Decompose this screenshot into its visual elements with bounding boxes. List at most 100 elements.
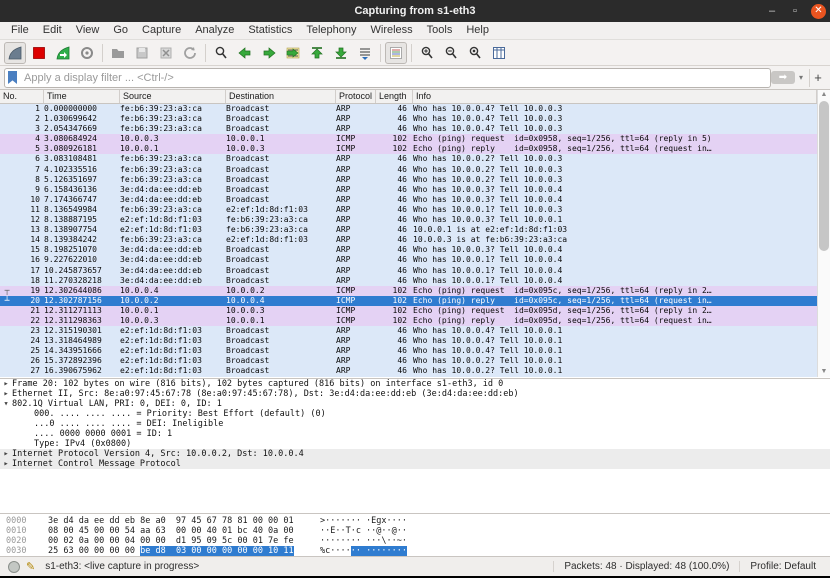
menu-item-wireless[interactable]: Wireless	[364, 22, 420, 39]
open-file-icon[interactable]	[107, 42, 129, 64]
collapsed-arrow-icon[interactable]: ▸	[0, 389, 12, 399]
filter-field[interactable]	[4, 67, 771, 88]
expanded-arrow-icon[interactable]: ▾	[0, 399, 12, 409]
packet-row[interactable]: 24 13.318464989 e2:ef:1d:8d:f1:03 Broadcast…	[0, 336, 817, 347]
maximize-button[interactable]: ▫	[788, 5, 802, 17]
packet-row[interactable]: 4 3.080684924 10.0.0.3 10.0.0.1 ICMP 102 Echo …	[0, 134, 817, 145]
go-to-packet-icon[interactable]	[282, 42, 304, 64]
auto-scroll-icon[interactable]	[354, 42, 376, 64]
profile-button[interactable]: Profile: Default	[739, 561, 830, 572]
detail-row[interactable]: 000. .... .... .... = Priority: Best Eff…	[0, 409, 830, 419]
column-header-source[interactable]: Source	[120, 90, 226, 103]
packet-row[interactable]: 25 14.343951666 e2:ef:1d:8d:f1:03 Broadcast…	[0, 346, 817, 357]
zoom-in-icon[interactable]	[416, 42, 438, 64]
packet-row[interactable]: 13 8.138907754 e2:ef:1d:8d:f1:03 fe:b6:39:2…	[0, 225, 817, 236]
menu-item-file[interactable]: File	[4, 22, 36, 39]
minimize-button[interactable]: –	[765, 5, 779, 17]
menu-item-tools[interactable]: Tools	[420, 22, 460, 39]
packet-row[interactable]: 12 8.138887195 e2:ef:1d:8d:f1:03 fe:b6:39:2…	[0, 215, 817, 226]
packet-row[interactable]: 17 10.245873657 3e:d4:da:ee:dd:eb Broadcast…	[0, 265, 817, 276]
capture-comment-icon[interactable]: ✎	[26, 560, 35, 573]
column-header-protocol[interactable]: Protocol	[336, 90, 376, 103]
find-packet-icon[interactable]	[210, 42, 232, 64]
hex-row[interactable]: 0020 00 02 0a 00 00 04 00 00 d1 95 09 5c …	[0, 536, 830, 546]
filter-dropdown-caret-icon[interactable]: ▾	[799, 73, 803, 82]
menu-item-telephony[interactable]: Telephony	[299, 22, 363, 39]
menu-item-help[interactable]: Help	[459, 22, 496, 39]
packet-row[interactable]: 7 4.102335516 fe:b6:39:23:a3:ca Broadcast AR…	[0, 164, 817, 175]
detail-row[interactable]: ▸ Internet Control Message Protocol	[0, 459, 830, 469]
collapsed-arrow-icon[interactable]: ▸	[0, 449, 12, 459]
colorize-icon[interactable]	[385, 41, 407, 64]
column-header-time[interactable]: Time	[44, 90, 120, 103]
close-file-icon[interactable]	[155, 42, 177, 64]
filter-bookmark-icon[interactable]	[8, 71, 17, 84]
menu-item-view[interactable]: View	[69, 22, 107, 39]
column-header-length[interactable]: Length	[376, 90, 413, 103]
packet-row[interactable]: 16 9.227622010 3e:d4:da:ee:dd:eb Broadcast A…	[0, 255, 817, 266]
save-file-icon[interactable]	[131, 42, 153, 64]
zoom-reset-icon[interactable]	[464, 42, 486, 64]
packet-row[interactable]: 26 15.372892396 e2:ef:1d:8d:f1:03 Broadcast…	[0, 356, 817, 367]
scrollbar-thumb[interactable]	[819, 101, 829, 251]
packet-row[interactable]: 2 1.030699642 fe:b6:39:23:a3:ca Broadcast AR…	[0, 114, 817, 125]
reload-icon[interactable]	[179, 42, 201, 64]
column-header-info[interactable]: Info	[413, 90, 817, 103]
restart-capture-icon[interactable]	[52, 42, 74, 64]
titlebar[interactable]: Capturing from s1-eth3 – ▫ ✕	[0, 0, 830, 22]
resize-columns-icon[interactable]	[488, 42, 510, 64]
menu-item-capture[interactable]: Capture	[135, 22, 188, 39]
menu-item-analyze[interactable]: Analyze	[188, 22, 241, 39]
start-capture-icon[interactable]	[4, 41, 26, 64]
add-filter-button[interactable]: +	[809, 68, 826, 87]
menu-item-edit[interactable]: Edit	[36, 22, 69, 39]
expert-info-icon[interactable]	[8, 560, 20, 573]
detail-row[interactable]: ▸ Ethernet II, Src: 8e:a0:97:45:67:78 (8e…	[0, 389, 830, 399]
packet-row[interactable]: 21 12.311271113 10.0.0.1 10.0.0.3 ICMP 102 Ech…	[0, 305, 817, 316]
stop-capture-icon[interactable]	[28, 42, 50, 64]
packet-row[interactable]: 14 8.139384242 fe:b6:39:23:a3:ca e2:ef:1d:8…	[0, 235, 817, 246]
packet-row[interactable]: 6 3.083108481 fe:b6:39:23:a3:ca Broadcast AR…	[0, 154, 817, 165]
column-header-destination[interactable]: Destination	[226, 90, 336, 103]
menu-item-statistics[interactable]: Statistics	[241, 22, 299, 39]
detail-row[interactable]: ...0 .... .... .... = DEI: Ineligible	[0, 419, 830, 429]
packet-row[interactable]: 9 6.158436136 3e:d4:da:ee:dd:eb Broadcast AR…	[0, 184, 817, 195]
detail-row[interactable]: ▸ Internet Protocol Version 4, Src: 10.0.…	[0, 449, 830, 459]
packet-row[interactable]: 23 12.315190301 e2:ef:1d:8d:f1:03 Broadcast…	[0, 326, 817, 337]
scroll-up-icon[interactable]: ▲	[818, 90, 830, 100]
packet-row[interactable]: 1 0.000000000 fe:b6:39:23:a3:ca Broadcast AR…	[0, 104, 817, 115]
hex-row[interactable]: 0000 3e d4 da ee dd eb 8e a0 97 45 67 78 …	[0, 516, 830, 526]
packet-row[interactable]: 10 7.174366747 3e:d4:da:ee:dd:eb Broadcast A…	[0, 194, 817, 205]
collapsed-arrow-icon[interactable]: ▸	[0, 459, 12, 469]
packet-row[interactable]: 22 12.311298363 10.0.0.3 10.0.0.1 ICMP 102 Ech…	[0, 315, 817, 327]
close-button[interactable]: ✕	[811, 3, 826, 19]
collapsed-arrow-icon[interactable]: ▸	[0, 379, 12, 389]
column-header-no[interactable]: No.	[0, 90, 44, 103]
hex-row[interactable]: 0010 08 00 45 00 00 54 aa 63 00 00 40 01 …	[0, 526, 830, 536]
packet-row[interactable]: 27 16.390675962 e2:ef:1d:8d:f1:03 Broadcast…	[0, 366, 817, 377]
packet-row[interactable]: ┬ 19 12.302644086 10.0.0.4 10.0.0.2 ICMP 102 Ec…	[0, 285, 817, 296]
previous-packet-icon[interactable]	[234, 42, 256, 64]
packet-list-scrollbar[interactable]: ▲ ▼	[817, 90, 830, 377]
packet-row[interactable]: 3 2.054347669 fe:b6:39:23:a3:ca Broadcast AR…	[0, 124, 817, 135]
hex-row[interactable]: 0030 25 63 00 00 00 00 be d8 03 00 00 00 …	[0, 546, 830, 556]
packet-row[interactable]: 18 11.270328218 3e:d4:da:ee:dd:eb Broadcast…	[0, 275, 817, 286]
packet-row[interactable]: 15 8.198251070 3e:d4:da:ee:dd:eb Broadcast A…	[0, 245, 817, 256]
capture-options-icon[interactable]	[76, 42, 98, 64]
packet-row-selected[interactable]: ┴ 20 12.302787156 10.0.0.2 10.0.0.4 ICMP 102 Ec…	[0, 295, 817, 306]
zoom-out-icon[interactable]	[440, 42, 462, 64]
display-filter-input[interactable]	[22, 70, 767, 85]
apply-filter-button[interactable]: ➡	[770, 71, 795, 84]
first-packet-icon[interactable]	[306, 42, 328, 64]
last-packet-icon[interactable]	[330, 42, 352, 64]
packet-row[interactable]: 5 3.080926181 10.0.0.1 10.0.0.3 ICMP 102 Echo …	[0, 144, 817, 155]
detail-row[interactable]: ▾ 802.1Q Virtual LAN, PRI: 0, DEI: 0, ID:…	[0, 399, 830, 409]
detail-row[interactable]: Type: IPv4 (0x0800)	[0, 439, 830, 449]
detail-row[interactable]: .... 0000 0000 0001 = ID: 1	[0, 429, 830, 439]
next-packet-icon[interactable]	[258, 42, 280, 64]
packet-row[interactable]: 8 5.126351697 fe:b6:39:23:a3:ca Broadcast AR…	[0, 174, 817, 185]
detail-row[interactable]: ▸ Frame 20: 102 bytes on wire (816 bits),…	[0, 379, 830, 389]
packet-row[interactable]: 11 8.136549984 fe:b6:39:23:a3:ca e2:ef:1d:8…	[0, 204, 817, 216]
menu-item-go[interactable]: Go	[106, 22, 135, 39]
scroll-down-icon[interactable]: ▼	[818, 367, 830, 377]
